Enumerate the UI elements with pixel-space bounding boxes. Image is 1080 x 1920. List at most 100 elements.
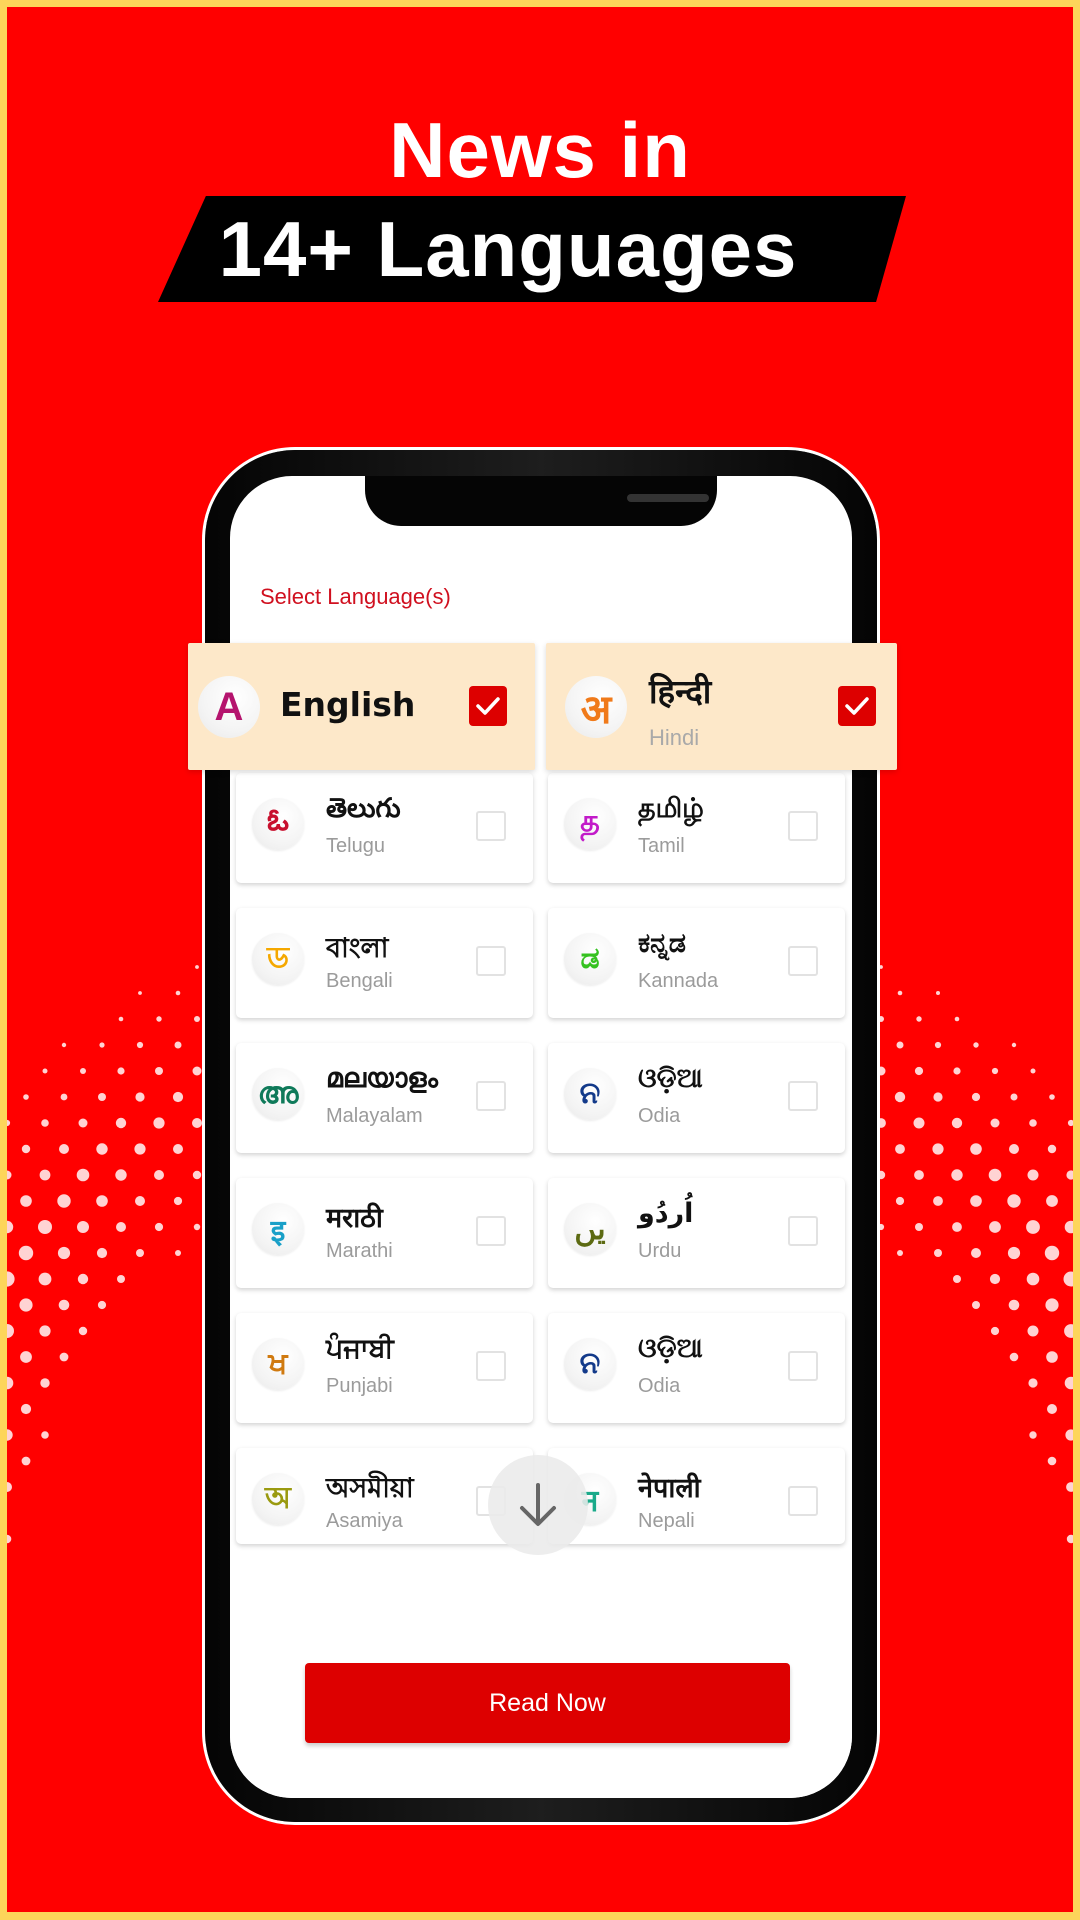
language-checkbox[interactable]	[788, 946, 818, 976]
language-native-name: ଓଡ଼ିଆ	[638, 1063, 703, 1094]
halftone-dot	[173, 1196, 183, 1206]
language-glyph-icon: ନ	[564, 1338, 616, 1390]
language-card-marathi[interactable]: इ मराठी Marathi	[236, 1178, 533, 1288]
halftone-dot	[60, 1093, 68, 1101]
select-language-title: Select Language(s)	[260, 584, 451, 609]
halftone-dot	[156, 1016, 162, 1022]
halftone-dot	[99, 1042, 105, 1048]
halftone-dot	[18, 1245, 34, 1261]
halftone-dot	[1064, 1324, 1073, 1338]
language-glyph-icon: த	[564, 798, 616, 850]
language-english-name: Tamil	[638, 835, 685, 857]
halftone-dot	[876, 1066, 886, 1076]
language-card-bengali[interactable]: ড বাংলা Bengali	[236, 908, 533, 1018]
language-checkbox[interactable]	[788, 1216, 818, 1246]
halftone-dot	[7, 1376, 14, 1390]
language-card-punjabi[interactable]: ਖ ਪੰਜਾਬੀ Punjabi	[236, 1313, 533, 1423]
halftone-dot	[1026, 1272, 1040, 1286]
halftone-dot	[971, 1092, 981, 1102]
halftone-dot	[989, 1221, 1001, 1233]
halftone-dot	[7, 1271, 15, 1287]
halftone-dot	[80, 1068, 86, 1074]
language-checkbox-checked[interactable]	[838, 686, 876, 726]
language-glyph-icon: अ	[565, 676, 627, 738]
halftone-dot	[1066, 1170, 1073, 1180]
language-english-name: Punjabi	[326, 1375, 393, 1397]
halftone-dot	[954, 1016, 960, 1022]
checkmark-icon	[476, 697, 500, 715]
halftone-dot	[192, 1118, 202, 1128]
language-native-name: اُردُو	[638, 1198, 694, 1229]
halftone-dot	[1027, 1325, 1039, 1337]
language-card-odia[interactable]: ନ ଓଡ଼ିଆ Odia	[548, 1043, 845, 1153]
halftone-dot	[192, 1066, 202, 1076]
language-glyph-icon: ড	[252, 933, 304, 985]
halftone-dot	[933, 1092, 943, 1102]
language-checkbox[interactable]	[476, 1351, 506, 1381]
language-checkbox[interactable]	[788, 1486, 818, 1516]
language-native-name: বাংলা	[326, 933, 389, 964]
language-checkbox[interactable]	[788, 1081, 818, 1111]
halftone-dot	[1027, 1169, 1039, 1181]
language-card-selected-hindi[interactable]: अ हिन्दी Hindi	[546, 643, 897, 770]
halftone-dot	[990, 1326, 1000, 1336]
language-glyph-icon: অ	[252, 1473, 304, 1525]
halftone-dot	[934, 1249, 942, 1257]
halftone-dot	[1064, 1220, 1073, 1234]
language-native-name: ಕನ್ನಡ	[638, 928, 687, 959]
halftone-dot	[1067, 1119, 1073, 1127]
language-english-name: Asamiya	[326, 1510, 403, 1532]
halftone-dot	[1028, 1378, 1038, 1388]
language-card-nepali[interactable]: न नेपाली Nepali	[548, 1448, 845, 1544]
language-card-selected-english[interactable]: A English	[188, 643, 535, 770]
promo-canvas: News in 14+ Languages Select Language(s)…	[7, 7, 1073, 1912]
halftone-dot	[916, 1016, 922, 1022]
halftone-dot	[7, 1534, 12, 1544]
halftone-dot	[951, 1117, 963, 1129]
halftone-dot	[96, 1143, 108, 1155]
language-card-tamil[interactable]: த தமிழ் Tamil	[548, 773, 845, 883]
halftone-dot	[1026, 1220, 1040, 1234]
language-card-malayalam[interactable]: അ മലയാളം Malayalam	[236, 1043, 533, 1153]
promo-headline: News in	[389, 106, 691, 194]
language-checkbox[interactable]	[476, 1081, 506, 1111]
halftone-dot	[1066, 1534, 1073, 1544]
speaker-grille	[627, 494, 709, 502]
halftone-dot	[7, 1324, 14, 1338]
halftone-dot	[1030, 1068, 1036, 1074]
halftone-dot	[78, 1118, 88, 1128]
language-checkbox[interactable]	[788, 1351, 818, 1381]
scroll-down-button[interactable]	[488, 1455, 588, 1555]
halftone-dot	[172, 1091, 184, 1103]
halftone-dot	[117, 1275, 125, 1283]
halftone-dot	[154, 1170, 164, 1180]
language-card-telugu[interactable]: ఓ తెలుగు Telugu	[236, 773, 533, 883]
halftone-dot	[20, 1195, 32, 1207]
language-checkbox[interactable]	[476, 946, 506, 976]
halftone-dot	[894, 1091, 906, 1103]
halftone-dot	[96, 1195, 108, 1207]
halftone-dot	[1044, 1245, 1060, 1261]
language-card-odia[interactable]: ନ ଓଡ଼ିଆ Odia	[548, 1313, 845, 1423]
halftone-dot	[1047, 1144, 1057, 1154]
halftone-dot	[951, 1169, 963, 1181]
halftone-dot	[1047, 1404, 1057, 1414]
halftone-dot	[154, 1222, 164, 1232]
halftone-dot	[914, 1170, 924, 1180]
language-checkbox-checked[interactable]	[469, 686, 507, 726]
language-native-name: ଓଡ଼ିଆ	[638, 1333, 703, 1364]
language-checkbox[interactable]	[476, 811, 506, 841]
halftone-dot	[971, 1248, 981, 1258]
arrow-down-icon	[520, 1483, 556, 1526]
language-card-urdu[interactable]: یں اُردُو Urdu	[548, 1178, 845, 1288]
language-card-kannada[interactable]: ಡ ಕನ್ನಡ Kannada	[548, 908, 845, 1018]
read-now-button[interactable]: Read Now	[305, 1663, 790, 1743]
language-checkbox[interactable]	[476, 1216, 506, 1246]
halftone-dot	[972, 1301, 980, 1309]
halftone-dot	[153, 1117, 165, 1129]
language-checkbox[interactable]	[788, 811, 818, 841]
halftone-dot	[59, 1144, 69, 1154]
halftone-dot	[991, 1067, 999, 1075]
halftone-dot	[1009, 1144, 1019, 1154]
halftone-dot	[1008, 1299, 1020, 1311]
